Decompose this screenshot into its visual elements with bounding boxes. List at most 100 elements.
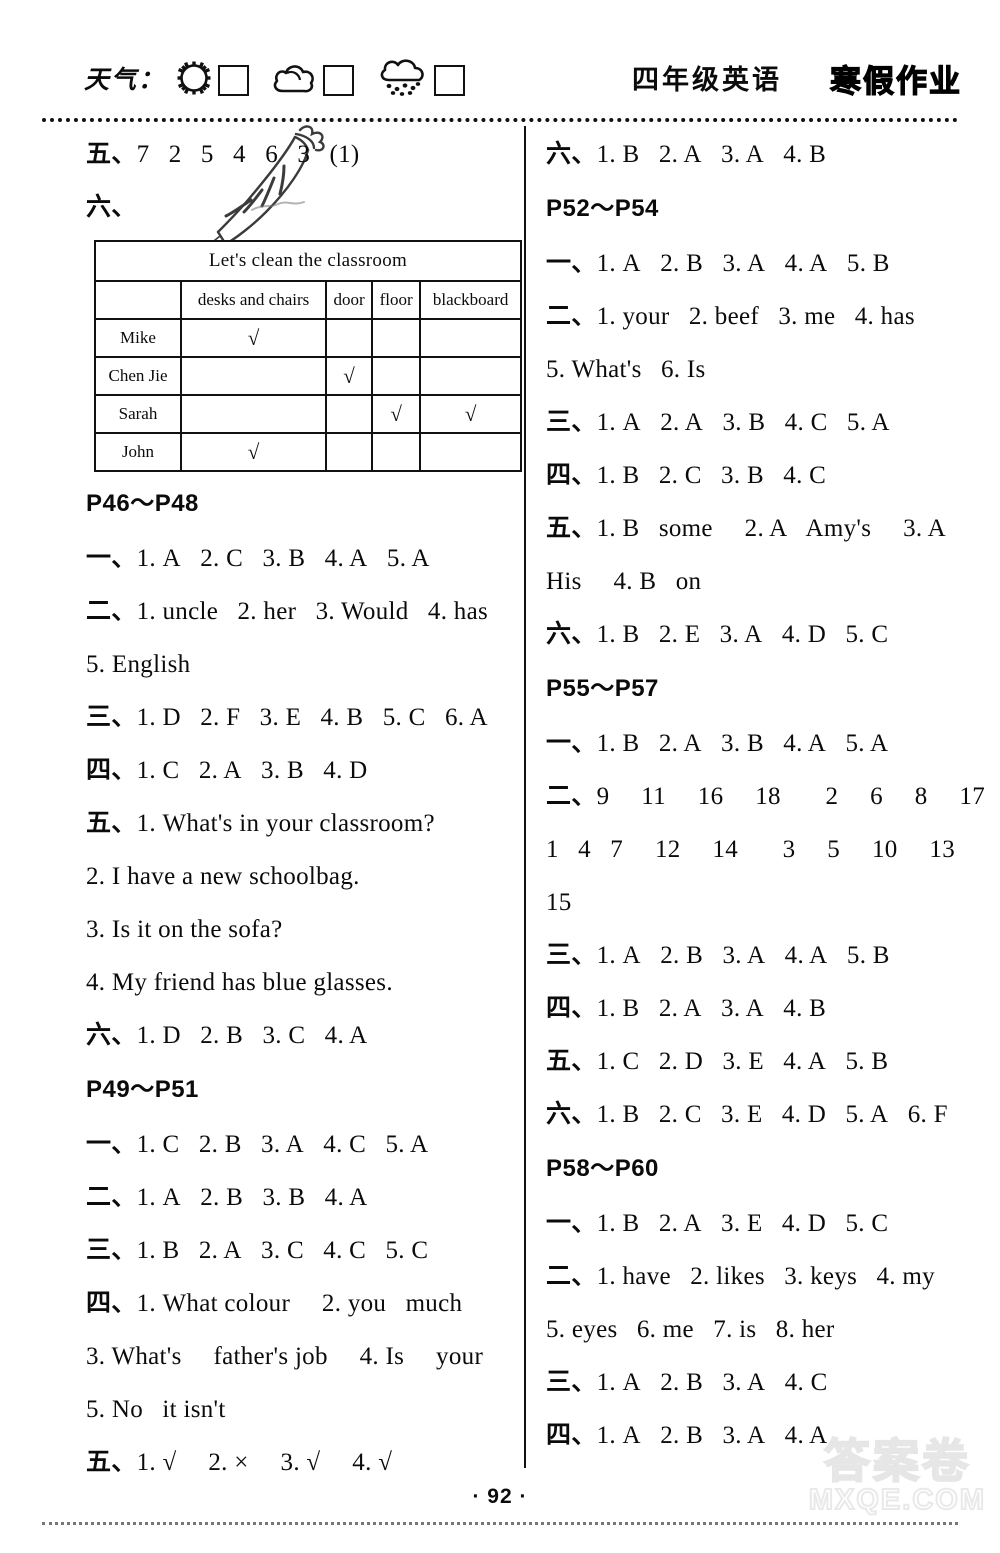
cn-marker: 三、 [546,408,597,436]
answer-line: 三、1. A 2. B 3. A 4. A 5. B [546,929,986,982]
cn-marker: 六、 [86,1021,137,1049]
right-column: 六、1. B 2. A 3. A 4. B P52～P54 一、1. A 2. B … [546,128,986,1462]
weather-sunny-option[interactable] [176,60,249,101]
answer-text: 1. B 2. A 3. A 4. B [596,995,827,1022]
answer-line: 二、9 11 16 18 2 6 8 17 [546,770,986,823]
answer-text: 1. A 2. A 3. B 4. C 5. A [596,409,890,436]
table-title: Let's clean the classroom [94,240,522,282]
table-cell-check: √ [325,356,373,396]
cn-marker: 二、 [86,597,137,625]
weather-rainy-option[interactable] [376,58,465,103]
answer-text: 15 [546,889,572,916]
answer-line: 四、1. A 2. B 3. A 4. A [546,1409,986,1462]
answer-text: 7 2 5 4 6 3 (1) [136,141,360,168]
table-cell-check [419,318,522,358]
table-row: John √ [94,432,522,472]
table-cell-check [325,432,373,472]
cn-marker: 五、 [86,1448,137,1476]
table-cell-check [419,432,522,472]
left-answer-sections: P46～P48 一、1. A 2. C 3. B 4. A 5. A 二、1. un… [86,476,526,1489]
answer-text: 5. English [86,651,191,678]
answer-line: 五、1. C 2. D 3. E 4. A 5. B [546,1035,986,1088]
answer-line: 三、1. B 2. A 3. C 4. C 5. C [86,1224,526,1277]
answer-line: 一、1. A 2. B 3. A 4. A 5. B [546,237,986,290]
table-cell-check: √ [179,318,328,358]
answer-text: 1. A 2. B 3. A 4. A 5. B [596,942,890,969]
cn-marker: 二、 [546,782,597,810]
table-row: Mike √ [94,318,522,358]
cn-marker: 一、 [86,1130,137,1158]
answer-line: 三、1. A 2. A 3. B 4. C 5. A [546,396,986,449]
cn-marker: 三、 [86,703,137,731]
answer-text: 1. B 2. A 3. B 4. A 5. A [596,730,889,757]
answer-line: 3. What's father's job 4. Is your [86,1330,526,1383]
footer-divider [42,1522,958,1525]
answer-line: 六、1. B 2. C 3. E 4. D 5. A 6. F [546,1088,986,1141]
answer-text: 1. B 2. C 3. E 4. D 5. A 6. F [596,1101,948,1128]
table-title-row: Let's clean the classroom [94,240,522,282]
cn-marker: 三、 [546,941,597,969]
table-col-blank [94,280,182,320]
table-row-name: Mike [94,318,182,358]
answer-line: 3. Is it on the sofa? [86,903,526,956]
answer-line: 2. I have a new schoolbag. [86,850,526,903]
answer-text: 4. My friend has blue glasses. [86,969,393,996]
answer-line: 三、1. A 2. B 3. A 4. C [546,1356,986,1409]
answer-line: 六、1. B 2. A 3. A 4. B [546,128,986,181]
cn-marker: 四、 [546,994,597,1022]
cn-marker: 六、 [546,140,597,168]
answer-line: 四、1. B 2. A 3. A 4. B [546,982,986,1035]
left-column: 五、7 2 5 4 6 3 (1) 六、 Let's clean the cla… [86,128,526,1489]
section-heading: P52～P54 [546,195,659,222]
cn-marker: 三、 [86,1236,137,1264]
table-row-name: John [94,432,182,472]
cn-marker: 一、 [546,729,597,757]
table-header-row: desks and chairs door floor blackboard [94,280,522,320]
page-number: · 92 · [472,1485,528,1508]
answer-text: 1. your 2. beef 3. me 4. has [596,303,915,330]
header-divider [42,118,958,122]
table-col-blackboard: blackboard [419,280,522,320]
answer-text: 5. eyes 6. me 7. is 8. her [546,1316,835,1343]
table-row-name: Chen Jie [94,356,182,396]
answer-text: 5. What's 6. Is [546,356,706,383]
weather-cloudy-checkbox[interactable] [323,65,354,96]
table-cell-check [325,394,373,434]
weather-rainy-checkbox[interactable] [434,65,465,96]
answer-text: 1. B some 2. A Amy's 3. A [596,515,946,542]
table-cell-check [419,356,522,396]
answer-line: 5. eyes 6. me 7. is 8. her [546,1303,986,1356]
book-title: 四年级英语 [632,65,782,95]
cn-marker: 一、 [86,544,137,572]
cn-marker: 五、 [86,809,137,837]
clean-classroom-table-wrap: Let's clean the classroom desks and chai… [94,240,526,472]
answer-line: 四、1. B 2. C 3. B 4. C [546,449,986,502]
table-cell-check: √ [370,394,422,434]
answer-line: 一、1. B 2. A 3. E 4. D 5. C [546,1197,986,1250]
rain-icon [376,58,428,103]
table-col-floor: floor [370,280,422,320]
weather-sunny-checkbox[interactable] [218,65,249,96]
weather-cloudy-option[interactable] [271,60,354,101]
answer-line: 5. What's 6. Is [546,343,986,396]
table-col-door: door [325,280,373,320]
cn-marker: 五、 [546,1047,597,1075]
cn-marker: 二、 [546,1262,597,1290]
answer-text: His 4. B on [546,568,702,595]
answer-line: 二、1. uncle 2. her 3. Would 4. has [86,585,526,638]
table-cell-check: √ [179,432,328,472]
table-cell-check [370,356,422,396]
answer-line: 六、1. D 2. B 3. C 4. A [86,1009,526,1062]
answer-text: 5. No it isn't [86,1396,226,1423]
cn-marker: 五、 [546,514,597,542]
answer-line: 五、1. B some 2. A Amy's 3. A [546,502,986,555]
answer-line: 4. My friend has blue glasses. [86,956,526,1009]
section-heading: P58～P60 [546,1155,659,1182]
answer-line: 四、1. C 2. A 3. B 4. D [86,744,526,797]
answer-text: 1 4 7 12 14 3 5 10 13 [546,836,955,863]
answer-line: 5. English [86,638,526,691]
answer-line: 五、7 2 5 4 6 3 (1) [86,128,526,181]
cn-marker: 二、 [86,1183,137,1211]
table-cell-check [325,318,373,358]
cn-marker: 三、 [546,1368,597,1396]
